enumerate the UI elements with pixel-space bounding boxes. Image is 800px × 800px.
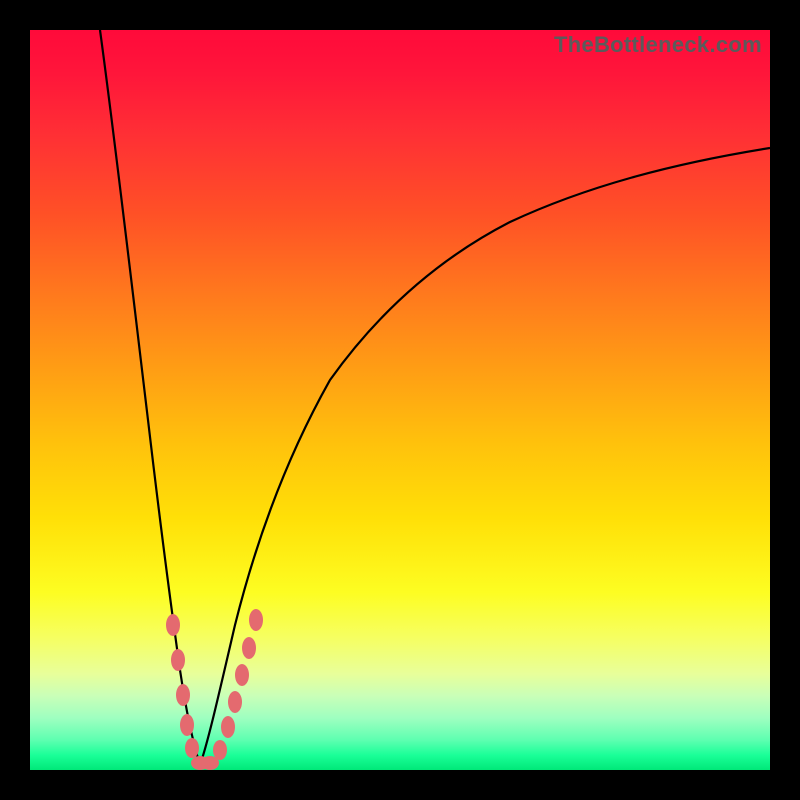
- marker-dot: [249, 609, 263, 631]
- curve-left-branch: [100, 30, 200, 765]
- marker-dot: [180, 714, 194, 736]
- gradient-plot-area: TheBottleneck.com: [30, 30, 770, 770]
- marker-dot: [242, 637, 256, 659]
- marker-dot: [171, 649, 185, 671]
- marker-dot: [213, 740, 227, 760]
- marker-group: [166, 609, 263, 770]
- marker-dot: [166, 614, 180, 636]
- marker-dot: [228, 691, 242, 713]
- chart-frame: TheBottleneck.com: [0, 0, 800, 800]
- marker-dot: [221, 716, 235, 738]
- marker-dot: [185, 738, 199, 758]
- marker-dot: [176, 684, 190, 706]
- marker-dot: [235, 664, 249, 686]
- curve-right-branch: [200, 148, 770, 765]
- curve-layer: [30, 30, 770, 770]
